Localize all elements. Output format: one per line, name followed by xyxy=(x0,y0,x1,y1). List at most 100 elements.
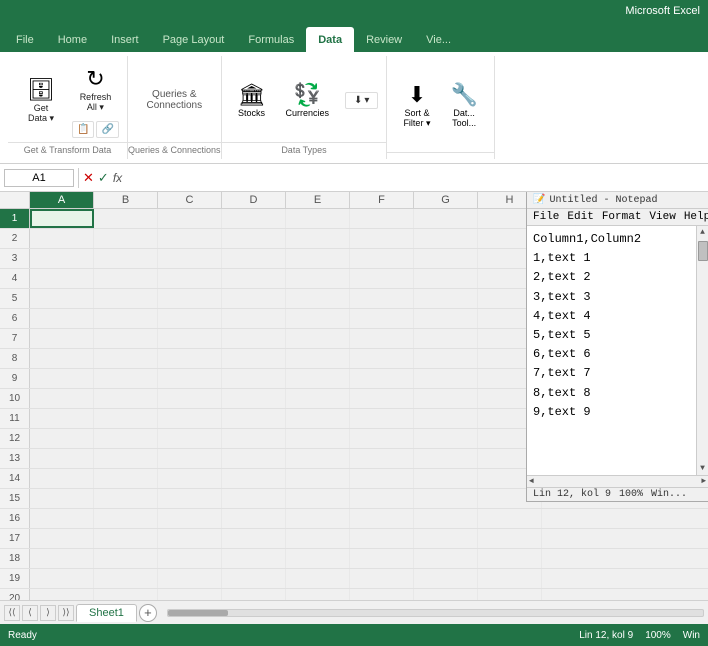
row-num-2[interactable]: 2 xyxy=(0,229,30,248)
row-num-15[interactable]: 15 xyxy=(0,489,30,508)
row-num-11[interactable]: 11 xyxy=(0,409,30,428)
links-icon: 🔗 xyxy=(101,124,113,135)
row-num-6[interactable]: 6 xyxy=(0,309,30,328)
table-row: 18 xyxy=(0,549,708,569)
row-num-18[interactable]: 18 xyxy=(0,549,30,568)
row-num-20[interactable]: 20 xyxy=(0,589,30,600)
refresh-all-button[interactable]: ↻ Refresh All ▾ xyxy=(74,62,118,117)
tab-view[interactable]: Vie... xyxy=(414,27,463,52)
col-header-C[interactable]: C xyxy=(158,192,222,208)
filter-icon: ⬇ xyxy=(408,82,426,108)
stocks-icon: 🏛 xyxy=(238,82,266,108)
notepad-menu-help[interactable]: Help xyxy=(684,211,708,223)
cell-C1[interactable] xyxy=(158,209,222,228)
confirm-formula-icon[interactable]: ✓ xyxy=(98,170,109,186)
cancel-formula-icon[interactable]: ✕ xyxy=(83,170,94,186)
tab-page-layout[interactable]: Page Layout xyxy=(151,27,237,52)
col-header-A[interactable]: A xyxy=(30,192,94,208)
table-row: 17 xyxy=(0,529,708,549)
corner-cell xyxy=(0,192,30,208)
formula-icons: ✕ ✓ fx xyxy=(83,170,122,186)
cell-F1[interactable] xyxy=(350,209,414,228)
notepad-encoding: 100% xyxy=(619,489,643,500)
data-tools-button[interactable]: 🔧 Dat... Tool... xyxy=(442,78,485,132)
scroll-right-arrow[interactable]: ► xyxy=(699,476,708,487)
name-box[interactable] xyxy=(4,169,74,187)
tab-review[interactable]: Review xyxy=(354,27,414,52)
cell-E1[interactable] xyxy=(286,209,350,228)
sheet-nav-first[interactable]: ⟨⟨ xyxy=(4,605,20,621)
refresh-icon: ↻ xyxy=(86,66,104,92)
sheet-tab-1[interactable]: Sheet1 xyxy=(76,604,137,622)
notepad-menu-edit[interactable]: Edit xyxy=(567,211,593,223)
row-num-12[interactable]: 12 xyxy=(0,429,30,448)
row-num-13[interactable]: 13 xyxy=(0,449,30,468)
horizontal-scrollbar[interactable] xyxy=(167,609,704,617)
row-num-5[interactable]: 5 xyxy=(0,289,30,308)
scroll-up-arrow[interactable]: ▲ xyxy=(698,226,707,239)
table-row: 19 xyxy=(0,569,708,589)
title-bar: Microsoft Excel xyxy=(0,0,708,22)
row-num-7[interactable]: 7 xyxy=(0,329,30,348)
col-header-G[interactable]: G xyxy=(414,192,478,208)
formula-input[interactable] xyxy=(126,172,704,184)
notepad-scrollbar-v[interactable]: ▲ ▼ xyxy=(696,226,708,475)
scroll-left-arrow[interactable]: ◄ xyxy=(527,476,536,487)
group-queries-connections: Queries &Connections Queries & Connectio… xyxy=(128,56,222,159)
properties-button[interactable]: 📋 xyxy=(72,121,94,138)
scroll-thumb[interactable] xyxy=(698,241,708,261)
notepad-panel: 📝 Untitled - Notepad File Edit Format Vi… xyxy=(526,192,708,502)
get-data-button[interactable]: 🗄 Get Data ▾ xyxy=(16,73,66,128)
notepad-menu-format[interactable]: Format xyxy=(602,211,642,223)
scroll-down-arrow[interactable]: ▼ xyxy=(698,462,707,475)
col-header-D[interactable]: D xyxy=(222,192,286,208)
tab-data[interactable]: Data xyxy=(306,27,354,52)
database-icon: 🗄 xyxy=(27,77,55,103)
tab-home[interactable]: Home xyxy=(46,27,99,52)
col-header-F[interactable]: F xyxy=(350,192,414,208)
stocks-button[interactable]: 🏛 Stocks xyxy=(230,78,274,122)
row-num-16[interactable]: 16 xyxy=(0,509,30,528)
col-header-E[interactable]: E xyxy=(286,192,350,208)
col-header-B[interactable]: B xyxy=(94,192,158,208)
row-num-9[interactable]: 9 xyxy=(0,369,30,388)
cell-A1[interactable] xyxy=(30,209,94,228)
title-text: Microsoft Excel xyxy=(625,5,700,17)
currencies-icon: 💱 xyxy=(294,82,321,108)
cell-B1[interactable] xyxy=(94,209,158,228)
notepad-menubar: File Edit Format View Help xyxy=(527,209,708,226)
row-num-14[interactable]: 14 xyxy=(0,469,30,488)
sheet-scroll-nav: ⟨⟨ ⟨ ⟩ ⟩⟩ xyxy=(4,605,74,621)
sort-filter-button[interactable]: ⬇ Sort & Filter ▾ xyxy=(395,78,438,133)
sheet-nav-next[interactable]: ⟩ xyxy=(40,605,56,621)
sort-icon: ⬇ xyxy=(354,95,362,106)
cell-D1[interactable] xyxy=(222,209,286,228)
group-queries-label: Queries & Connections xyxy=(128,142,221,157)
tab-formulas[interactable]: Formulas xyxy=(236,27,306,52)
notepad-menu-view[interactable]: View xyxy=(649,211,675,223)
row-num-10[interactable]: 10 xyxy=(0,389,30,408)
cell-G1[interactable] xyxy=(414,209,478,228)
sheet-nav-last[interactable]: ⟩⟩ xyxy=(58,605,74,621)
row-num-4[interactable]: 4 xyxy=(0,269,30,288)
table-row: 16 xyxy=(0,509,708,529)
row-num-1[interactable]: 1 xyxy=(0,209,30,228)
insert-function-icon[interactable]: fx xyxy=(113,171,122,185)
tab-insert[interactable]: Insert xyxy=(99,27,151,52)
sheet-nav-prev[interactable]: ⟨ xyxy=(22,605,38,621)
notepad-title: Untitled - Notepad xyxy=(549,195,657,206)
add-sheet-button[interactable]: + xyxy=(139,604,157,622)
sort-filter-dropdown[interactable]: ⬇ ▾ xyxy=(345,92,378,109)
row-num-19[interactable]: 19 xyxy=(0,569,30,588)
notepad-window-mode: Win... xyxy=(651,489,687,500)
notepad-text[interactable]: Column1,Column2 1,text 1 2,text 2 3,text… xyxy=(527,226,696,475)
tab-file[interactable]: File xyxy=(4,27,46,52)
row-num-8[interactable]: 8 xyxy=(0,349,30,368)
row-num-17[interactable]: 17 xyxy=(0,529,30,548)
currencies-button[interactable]: 💱 Currencies xyxy=(278,78,338,122)
data-tools-icon: 🔧 xyxy=(450,82,477,108)
edit-links-button[interactable]: 🔗 xyxy=(96,121,118,138)
row-num-3[interactable]: 3 xyxy=(0,249,30,268)
group-get-transform: 🗄 Get Data ▾ ↻ Refresh All ▾ 📋 xyxy=(8,56,128,159)
notepad-menu-file[interactable]: File xyxy=(533,211,559,223)
